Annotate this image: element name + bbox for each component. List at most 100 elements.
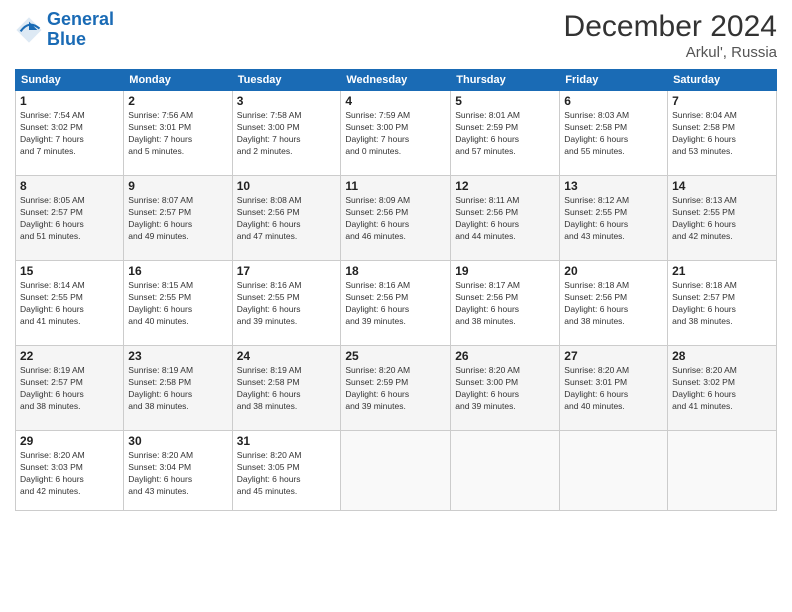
day-info: Sunrise: 7:54 AM Sunset: 3:02 PM Dayligh… (20, 110, 119, 158)
calendar-cell: 3Sunrise: 7:58 AM Sunset: 3:00 PM Daylig… (232, 91, 341, 176)
calendar-cell: 31 Sunrise: 8:20 AM Sunset: 3:05 PM Dayli… (232, 431, 341, 511)
day-info: Sunrise: 8:03 AM Sunset: 2:58 PM Dayligh… (564, 110, 663, 158)
logo-text: General Blue (47, 10, 114, 50)
calendar-cell: 27 Sunrise: 8:20 AM Sunset: 3:01 PM Dayli… (560, 346, 668, 431)
day-number: 13 (564, 179, 663, 193)
page: General Blue December 2024 Arkul', Russi… (0, 0, 792, 612)
calendar-cell: 21Sunrise: 8:18 AM Sunset: 2:57 PM Dayli… (668, 261, 777, 346)
day-number: 24 (237, 349, 337, 363)
week-row-3: 15 Sunrise: 8:14 AM Sunset: 2:55 PM Dayli… (16, 261, 777, 346)
day-info: Sunrise: 8:15 AM Sunset: 2:55 PM Dayligh… (128, 280, 227, 328)
day-number: 30 (128, 434, 227, 448)
week-row-2: 8Sunrise: 8:05 AM Sunset: 2:57 PM Daylig… (16, 176, 777, 261)
day-header-friday: Friday (560, 70, 668, 91)
day-info: Sunrise: 8:20 AM Sunset: 3:01 PM Dayligh… (564, 365, 663, 413)
day-number: 28 (672, 349, 772, 363)
day-info: Sunrise: 7:56 AM Sunset: 3:01 PM Dayligh… (128, 110, 227, 158)
calendar-cell: 15 Sunrise: 8:14 AM Sunset: 2:55 PM Dayli… (16, 261, 124, 346)
day-header-saturday: Saturday (668, 70, 777, 91)
calendar-cell: 23 Sunrise: 8:19 AM Sunset: 2:58 PM Dayli… (124, 346, 232, 431)
day-number: 29 (20, 434, 119, 448)
day-info: Sunrise: 8:01 AM Sunset: 2:59 PM Dayligh… (455, 110, 555, 158)
day-info: Sunrise: 8:19 AM Sunset: 2:58 PM Dayligh… (237, 365, 337, 413)
day-info: Sunrise: 8:20 AM Sunset: 3:03 PM Dayligh… (20, 450, 119, 498)
day-header-monday: Monday (124, 70, 232, 91)
day-info: Sunrise: 8:20 AM Sunset: 3:04 PM Dayligh… (128, 450, 227, 498)
logo: General Blue (15, 10, 114, 50)
day-header-tuesday: Tuesday (232, 70, 341, 91)
calendar-cell: 2 Sunrise: 7:56 AM Sunset: 3:01 PM Daylig… (124, 91, 232, 176)
calendar-cell: 4Sunrise: 7:59 AM Sunset: 3:00 PM Daylig… (341, 91, 451, 176)
day-info: Sunrise: 8:20 AM Sunset: 2:59 PM Dayligh… (345, 365, 446, 413)
day-info: Sunrise: 8:14 AM Sunset: 2:55 PM Dayligh… (20, 280, 119, 328)
day-info: Sunrise: 8:11 AM Sunset: 2:56 PM Dayligh… (455, 195, 555, 243)
calendar-cell: 6 Sunrise: 8:03 AM Sunset: 2:58 PM Daylig… (560, 91, 668, 176)
day-number: 7 (672, 94, 772, 108)
day-number: 5 (455, 94, 555, 108)
day-info: Sunrise: 8:16 AM Sunset: 2:55 PM Dayligh… (237, 280, 337, 328)
calendar-cell (668, 431, 777, 511)
day-number: 16 (128, 264, 227, 278)
day-number: 6 (564, 94, 663, 108)
title-block: December 2024 Arkul', Russia (564, 10, 777, 61)
calendar-cell: 25 Sunrise: 8:20 AM Sunset: 2:59 PM Dayli… (341, 346, 451, 431)
day-number: 22 (20, 349, 119, 363)
day-info: Sunrise: 8:19 AM Sunset: 2:57 PM Dayligh… (20, 365, 119, 413)
main-title: December 2024 (564, 10, 777, 44)
day-info: Sunrise: 8:20 AM Sunset: 3:02 PM Dayligh… (672, 365, 772, 413)
day-info: Sunrise: 7:59 AM Sunset: 3:00 PM Dayligh… (345, 110, 446, 158)
calendar-cell: 9Sunrise: 8:07 AM Sunset: 2:57 PM Daylig… (124, 176, 232, 261)
subtitle: Arkul', Russia (564, 44, 777, 61)
calendar-cell: 10 Sunrise: 8:08 AM Sunset: 2:56 PM Dayli… (232, 176, 341, 261)
calendar-cell (451, 431, 560, 511)
day-header-thursday: Thursday (451, 70, 560, 91)
calendar-cell (560, 431, 668, 511)
week-row-4: 22 Sunrise: 8:19 AM Sunset: 2:57 PM Dayli… (16, 346, 777, 431)
day-number: 26 (455, 349, 555, 363)
calendar-cell: 28 Sunrise: 8:20 AM Sunset: 3:02 PM Dayli… (668, 346, 777, 431)
week-row-1: 1 Sunrise: 7:54 AM Sunset: 3:02 PM Daylig… (16, 91, 777, 176)
day-number: 27 (564, 349, 663, 363)
day-number: 21 (672, 264, 772, 278)
day-info: Sunrise: 8:19 AM Sunset: 2:58 PM Dayligh… (128, 365, 227, 413)
calendar-cell: 30 Sunrise: 8:20 AM Sunset: 3:04 PM Dayli… (124, 431, 232, 511)
day-number: 3 (237, 94, 337, 108)
calendar: SundayMondayTuesdayWednesdayThursdayFrid… (15, 69, 777, 511)
day-number: 23 (128, 349, 227, 363)
calendar-cell: 7Sunrise: 8:04 AM Sunset: 2:58 PM Daylig… (668, 91, 777, 176)
day-header-wednesday: Wednesday (341, 70, 451, 91)
day-number: 25 (345, 349, 446, 363)
calendar-cell: 26 Sunrise: 8:20 AM Sunset: 3:00 PM Dayli… (451, 346, 560, 431)
day-info: Sunrise: 8:20 AM Sunset: 3:00 PM Dayligh… (455, 365, 555, 413)
calendar-cell: 12 Sunrise: 8:11 AM Sunset: 2:56 PM Dayli… (451, 176, 560, 261)
calendar-cell: 8Sunrise: 8:05 AM Sunset: 2:57 PM Daylig… (16, 176, 124, 261)
day-number: 17 (237, 264, 337, 278)
calendar-cell: 24 Sunrise: 8:19 AM Sunset: 2:58 PM Dayli… (232, 346, 341, 431)
day-number: 20 (564, 264, 663, 278)
calendar-cell: 13Sunrise: 8:12 AM Sunset: 2:55 PM Dayli… (560, 176, 668, 261)
calendar-cell (341, 431, 451, 511)
calendar-cell: 19Sunrise: 8:17 AM Sunset: 2:56 PM Dayli… (451, 261, 560, 346)
calendar-cell: 5 Sunrise: 8:01 AM Sunset: 2:59 PM Daylig… (451, 91, 560, 176)
day-number: 18 (345, 264, 446, 278)
day-header-sunday: Sunday (16, 70, 124, 91)
calendar-cell: 16 Sunrise: 8:15 AM Sunset: 2:55 PM Dayli… (124, 261, 232, 346)
logo-line2: Blue (47, 29, 86, 49)
day-number: 15 (20, 264, 119, 278)
day-number: 11 (345, 179, 446, 193)
day-number: 31 (237, 434, 337, 448)
calendar-cell: 20Sunrise: 8:18 AM Sunset: 2:56 PM Dayli… (560, 261, 668, 346)
calendar-cell: 17 Sunrise: 8:16 AM Sunset: 2:55 PM Dayli… (232, 261, 341, 346)
day-number: 2 (128, 94, 227, 108)
day-info: Sunrise: 8:16 AM Sunset: 2:56 PM Dayligh… (345, 280, 446, 328)
calendar-cell: 14Sunrise: 8:13 AM Sunset: 2:55 PM Dayli… (668, 176, 777, 261)
day-number: 14 (672, 179, 772, 193)
day-info: Sunrise: 8:20 AM Sunset: 3:05 PM Dayligh… (237, 450, 337, 498)
day-number: 12 (455, 179, 555, 193)
day-number: 1 (20, 94, 119, 108)
day-info: Sunrise: 8:09 AM Sunset: 2:56 PM Dayligh… (345, 195, 446, 243)
day-info: Sunrise: 8:08 AM Sunset: 2:56 PM Dayligh… (237, 195, 337, 243)
day-info: Sunrise: 8:05 AM Sunset: 2:57 PM Dayligh… (20, 195, 119, 243)
day-info: Sunrise: 8:07 AM Sunset: 2:57 PM Dayligh… (128, 195, 227, 243)
day-number: 10 (237, 179, 337, 193)
